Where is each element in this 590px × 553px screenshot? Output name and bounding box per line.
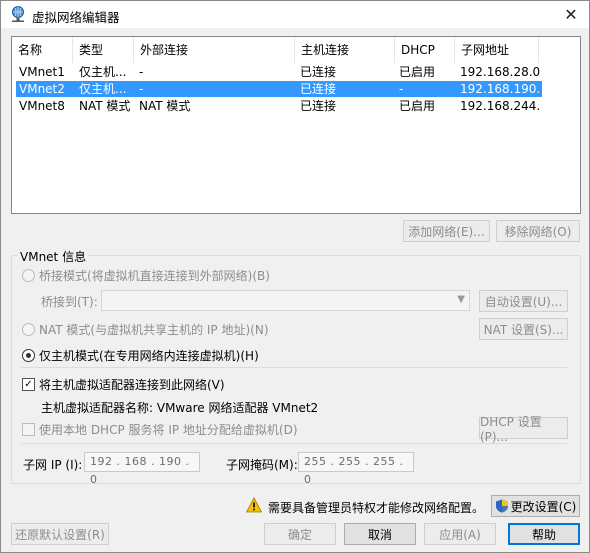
cell-name: VMnet1 [19,65,65,79]
remove-network-button[interactable]: 移除网络(O) [496,220,580,242]
dhcp-settings-button[interactable]: DHCP 设置(P)... [479,415,568,444]
column-header-host[interactable]: 主机连接 [295,37,395,63]
subnet-ip-label: 子网 IP (I): [23,458,83,472]
admin-warning-text: 需要具备管理员特权才能修改网络配置。 [268,501,485,515]
add-network-button[interactable]: 添加网络(E)... [403,220,490,242]
radio-indicator [22,269,35,282]
nat-settings-button[interactable]: NAT 设置(S)... [479,318,568,340]
cell-type: 仅主机... [79,65,127,79]
nat-mode-radio[interactable]: NAT 模式(与虚拟机共享主机的 IP 地址)(N) [22,321,269,338]
close-icon: ✕ [564,4,578,24]
connect-adapter-checkbox[interactable]: ✓ 将主机虚拟适配器连接到此网络(V) [22,376,225,393]
cell-host: 已连接 [300,99,337,113]
connect-adapter-label: 将主机虚拟适配器连接到此网络(V) [39,378,225,392]
network-globe-icon [12,6,24,22]
cancel-button[interactable]: 取消 [344,523,416,545]
cell-host: 已连接 [300,65,337,79]
cell-host: 已连接 [300,82,337,96]
cell-dhcp: - [399,82,404,96]
subnet-ip-field[interactable]: 192 . 168 . 190 . 0 [84,452,200,486]
uac-shield-icon [495,499,508,513]
radio-indicator [22,349,35,362]
subnet-mask-label: 子网掩码(M): [226,458,298,472]
change-settings-button[interactable]: 更改设置(C) [491,495,580,517]
cell-external: - [139,82,144,96]
radio-indicator [22,323,35,336]
window-title: 虚拟网络编辑器 [32,10,120,25]
virtual-network-editor-window: 虚拟网络编辑器 ✕ 名称 类型 外部连接 主机连接 DHCP 子网地址 VMne… [0,0,590,553]
change-settings-label: 更改设置(C) [510,499,577,514]
column-header-subnet[interactable]: 子网地址 [455,37,539,63]
checkbox-indicator [22,423,35,436]
host-only-mode-label: 仅主机模式(在专用网络内连接虚拟机)(H) [39,349,259,363]
column-header-dhcp[interactable]: DHCP [395,37,455,63]
cell-subnet: 192.168.28.0 [460,65,540,79]
cell-name: VMnet8 [19,99,65,113]
checkmark-icon: ✓ [22,378,35,391]
help-button[interactable]: 帮助 [508,523,580,545]
cell-type: NAT 模式 [79,99,131,113]
ok-button[interactable]: 确定 [264,523,336,545]
cell-dhcp: 已启用 [399,65,436,79]
title-bar: 虚拟网络编辑器 ✕ [1,1,589,28]
bridged-to-label: 桥接到(T): [41,295,98,309]
cell-external: NAT 模式 [139,99,191,113]
apply-button[interactable]: 应用(A) [424,523,496,545]
cell-dhcp: 已启用 [399,99,436,113]
restore-defaults-button[interactable]: 还原默认设置(R) [11,523,109,545]
network-list-header: 名称 类型 外部连接 主机连接 DHCP 子网地址 [12,37,580,63]
table-row-vmnet8[interactable]: VMnet8 NAT 模式 NAT 模式 已连接 已启用 192.168.244… [16,98,542,114]
cell-type: 仅主机... [79,82,127,96]
bridged-mode-radio[interactable]: 桥接模式(将虚拟机直接连接到外部网络)(B) [22,267,270,284]
nat-mode-label: NAT 模式(与虚拟机共享主机的 IP 地址)(N) [39,323,269,337]
column-header-external[interactable]: 外部连接 [134,37,295,63]
subnet-mask-field[interactable]: 255 . 255 . 255 . 0 [298,452,414,486]
chevron-down-icon: ▼ [457,294,465,305]
column-header-type[interactable]: 类型 [73,37,134,63]
use-dhcp-checkbox[interactable]: 使用本地 DHCP 服务将 IP 地址分配给虚拟机(D) [22,421,298,438]
table-row-vmnet1[interactable]: VMnet1 仅主机... - 已连接 已启用 192.168.28.0 [16,64,542,80]
bridged-to-select[interactable]: ▼ [101,290,470,311]
close-button[interactable]: ✕ [555,1,587,27]
bridged-mode-label: 桥接模式(将虚拟机直接连接到外部网络)(B) [39,269,270,283]
column-header-name[interactable]: 名称 [12,37,73,63]
use-dhcp-label: 使用本地 DHCP 服务将 IP 地址分配给虚拟机(D) [39,423,298,437]
table-row-vmnet2[interactable]: VMnet2 仅主机... - 已连接 - 192.168.190.0 [16,81,542,97]
network-list[interactable]: 名称 类型 外部连接 主机连接 DHCP 子网地址 VMnet1 仅主机... … [11,36,581,214]
cell-subnet: 192.168.190.0 [460,82,540,96]
vmnet-info-label: VMnet 信息 [18,248,89,265]
auto-settings-button[interactable]: 自动设置(U)... [479,290,568,312]
divider [21,367,567,368]
cell-external: - [139,65,144,79]
divider [21,443,567,444]
host-only-mode-radio[interactable]: 仅主机模式(在专用网络内连接虚拟机)(H) [22,347,259,364]
cell-name: VMnet2 [19,82,65,96]
adapter-name-text: 主机虚拟适配器名称: VMware 网络适配器 VMnet2 [41,401,319,415]
warning-triangle-icon [246,497,262,513]
cell-subnet: 192.168.244.0 [460,99,540,113]
